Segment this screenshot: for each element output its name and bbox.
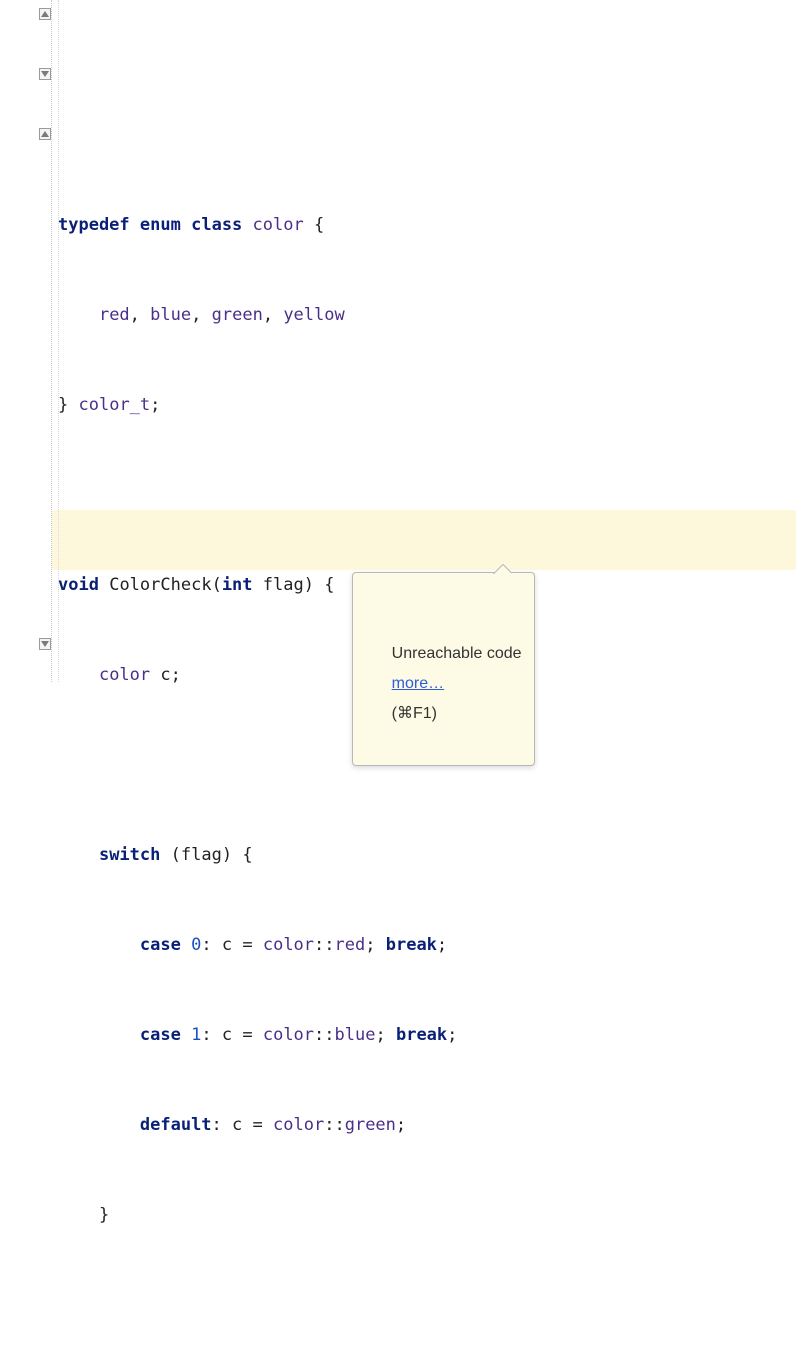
code-area[interactable]: typedef enum class color { red, blue, gr… [52, 0, 796, 682]
code-line: case 0: c = color::red; break; [58, 930, 796, 960]
tooltip-shortcut: (⌘F1) [392, 705, 437, 722]
indent-guide [58, 0, 59, 682]
fold-marker-icon[interactable] [39, 638, 51, 650]
code-line [58, 480, 796, 510]
fold-marker-icon[interactable] [39, 68, 51, 80]
tooltip-arrow-icon [493, 564, 511, 574]
code-line: red, blue, green, yellow [58, 300, 796, 330]
inspection-tooltip: Unreachable code more… (⌘F1) [352, 572, 535, 766]
warning-row-highlight [52, 540, 796, 570]
gutter [0, 0, 52, 682]
tooltip-text: Unreachable code [392, 645, 522, 662]
fold-marker-icon[interactable] [39, 128, 51, 140]
code-line: switch (flag) { [58, 840, 796, 870]
code-line: } [58, 1200, 796, 1230]
code-line: default: c = color::green; [58, 1110, 796, 1140]
code-line: } color_t; [58, 390, 796, 420]
code-line: case 1: c = color::blue; break; [58, 1020, 796, 1050]
fold-marker-icon[interactable] [39, 8, 51, 20]
code-line: typedef enum class color { [58, 210, 796, 240]
code-editor[interactable]: typedef enum class color { red, blue, gr… [0, 0, 796, 682]
tooltip-more-link[interactable]: more… [392, 675, 444, 692]
code-line [58, 1290, 796, 1320]
warning-row-highlight [52, 510, 796, 540]
